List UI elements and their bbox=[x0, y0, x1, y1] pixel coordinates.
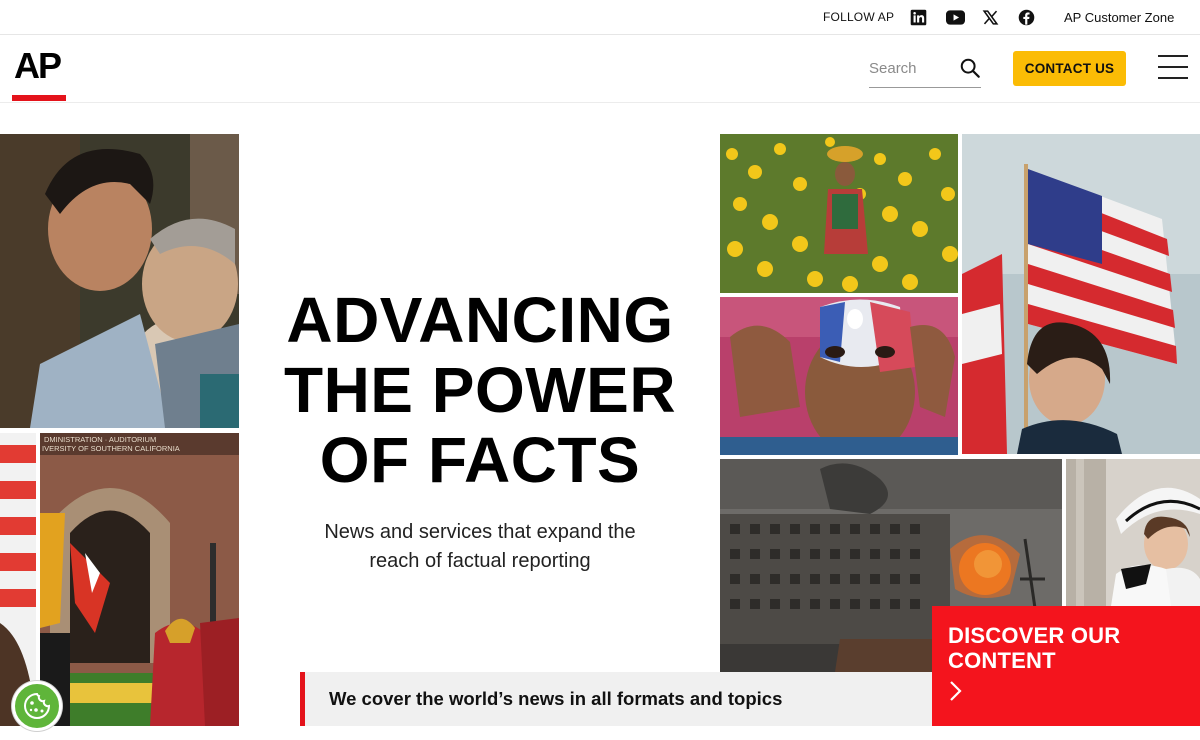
hero-subtitle-line-1: News and services that expand the bbox=[324, 521, 636, 543]
usc-sign-text-1: DMINISTRATION · AUDITORIUM bbox=[44, 435, 156, 444]
chevron-right-icon bbox=[950, 681, 962, 701]
discover-content-button[interactable]: DISCOVER OUR CONTENT bbox=[932, 606, 1200, 726]
follow-ap-label: FOLLOW AP bbox=[823, 10, 895, 24]
university-ceremony-photo: DMINISTRATION · AUDITORIUM IVERSITY OF S… bbox=[40, 433, 239, 726]
facebook-icon[interactable] bbox=[1017, 8, 1035, 26]
american-flag-photo bbox=[962, 134, 1200, 454]
discover-label-line-1: DISCOVER OUR bbox=[948, 623, 1121, 648]
hero-headline: ADVANCING THE POWER OF FACTS bbox=[260, 285, 700, 495]
embracing-couple-photo bbox=[0, 134, 239, 428]
hero-headline-line-1: ADVANCING bbox=[286, 284, 674, 356]
youtube-icon[interactable] bbox=[945, 8, 965, 26]
logo-underline bbox=[12, 95, 66, 101]
flower-field-photo bbox=[720, 134, 958, 293]
hero-subtitle: News and services that expand the reach … bbox=[290, 518, 670, 576]
search-box bbox=[869, 54, 981, 88]
mask-wearer-photo bbox=[720, 297, 958, 455]
discover-content-label: DISCOVER OUR CONTENT bbox=[948, 623, 1148, 673]
royal-woman-photo bbox=[1066, 459, 1200, 606]
cookie-icon bbox=[24, 692, 51, 719]
search-icon[interactable] bbox=[959, 57, 981, 79]
hero-subtitle-line-2: reach of factual reporting bbox=[369, 550, 591, 572]
search-input[interactable] bbox=[869, 54, 953, 82]
contact-us-button[interactable]: CONTACT US bbox=[1013, 51, 1126, 86]
linkedin-icon[interactable] bbox=[909, 8, 927, 26]
ap-logo[interactable]: AP bbox=[14, 48, 62, 84]
hero-headline-line-3: OF FACTS bbox=[319, 424, 641, 496]
coverage-banner: We cover the world’s news in all formats… bbox=[300, 672, 932, 726]
hamburger-menu-icon[interactable] bbox=[1158, 55, 1188, 79]
main-header: AP CONTACT US bbox=[0, 36, 1200, 103]
top-utility-bar: FOLLOW AP AP Customer Zone bbox=[0, 0, 1200, 35]
x-icon[interactable] bbox=[981, 8, 999, 26]
cookie-settings-button[interactable] bbox=[12, 681, 62, 731]
usc-sign-text-2: IVERSITY OF SOUTHERN CALIFORNIA bbox=[42, 444, 180, 453]
hero-headline-line-2: THE POWER bbox=[283, 354, 677, 426]
discover-label-line-2: CONTENT bbox=[948, 648, 1056, 673]
coverage-banner-text: We cover the world’s news in all formats… bbox=[329, 688, 783, 709]
customer-zone-link[interactable]: AP Customer Zone bbox=[1064, 10, 1174, 25]
